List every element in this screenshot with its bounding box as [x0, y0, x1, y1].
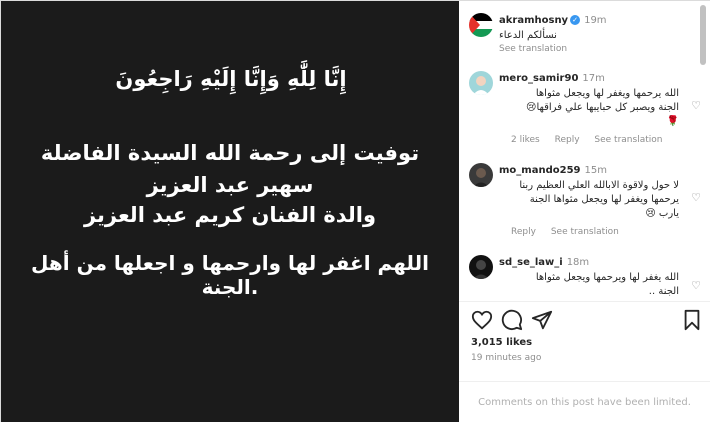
- comment-line: يرحمها ويغفر لها ويجعل مثواها الجنة: [529, 194, 679, 205]
- comment-item: mo_mando259 15m لا حول ولاقوة الابالله ال…: [469, 163, 701, 241]
- verified-badge-icon: ✓: [570, 15, 581, 25]
- comments-panel: akramhosny ✓ 19m نسألكم الدعاء See transla…: [459, 1, 710, 422]
- avatar[interactable]: [469, 163, 493, 187]
- caption-text: نسألكم الدعاء: [499, 30, 557, 41]
- comment-username-line: sd_se_law_i 18m: [499, 257, 589, 268]
- likes-count[interactable]: 3,015 likes: [471, 337, 532, 348]
- caption: akramhosny ✓ 19m نسألكم الدعاء See transla…: [469, 13, 701, 57]
- caption-see-translation[interactable]: See translation: [499, 44, 567, 54]
- like-heart-icon[interactable]: ♡: [691, 99, 701, 112]
- comment-likes[interactable]: 2 likes: [511, 135, 540, 145]
- comment-time[interactable]: 15m: [584, 165, 606, 176]
- avatar[interactable]: [469, 71, 493, 95]
- comment-item: mero_samir90 17m الله يرحمها ويغفر لها وي…: [469, 71, 701, 149]
- comment-line: الله يرحمها ويغفر لها ويجعل مثواها: [535, 88, 679, 99]
- avatar[interactable]: [469, 13, 493, 37]
- post-image[interactable]: إِنَّا لِلَّٰهِ وَإِنَّا إِلَيْهِ رَاجِع…: [1, 1, 459, 422]
- prayer-line: اللهم اغفر لها وارحمها و اجعلها من أهل ا…: [31, 251, 429, 299]
- quran-verse: إِنَّا لِلَّٰهِ وَإِنَّا إِلَيْهِ رَاجِع…: [115, 67, 347, 91]
- comment-text: لا حول ولاقوة الابالله العلي العظيم ربنا…: [519, 179, 679, 221]
- divider: [459, 301, 710, 302]
- comment-username[interactable]: mero_samir90: [499, 73, 578, 84]
- announcement-line-1: توفيت إلى رحمة الله السيدة الفاضلة: [40, 141, 420, 165]
- reply-link[interactable]: Reply: [511, 227, 536, 237]
- comments-list[interactable]: akramhosny ✓ 19m نسألكم الدعاء See transla…: [459, 1, 710, 299]
- see-translation-link[interactable]: See translation: [594, 135, 662, 145]
- comment-line: الجنة ..: [648, 286, 679, 297]
- post-actions: [471, 309, 701, 333]
- announcement-line-2: سهير عبد العزيز: [146, 173, 314, 197]
- comment-item: sd_se_law_i 18m الله يغفر لها ويرحمها ويج…: [469, 255, 701, 299]
- like-heart-icon[interactable]: ♡: [691, 279, 701, 292]
- like-heart-icon[interactable]: [471, 309, 493, 331]
- caption-username-line: akramhosny ✓ 19m: [499, 15, 607, 26]
- caption-time[interactable]: 19m: [584, 15, 606, 26]
- comment-username-line: mo_mando259 15m: [499, 165, 607, 176]
- share-send-icon[interactable]: [531, 309, 553, 331]
- comment-bubble-icon[interactable]: [501, 309, 523, 331]
- avatar[interactable]: [469, 255, 493, 279]
- comment-time[interactable]: 18m: [567, 257, 589, 268]
- comment-line: الجنة ويصبر كل حبايبها علي فراقها😢: [526, 102, 679, 113]
- comment-line: 🌹: [666, 116, 679, 127]
- like-heart-icon[interactable]: ♡: [691, 191, 701, 204]
- comment-text: الله يغفر لها ويرحمها ويجعل مثواها الجنة…: [536, 271, 679, 299]
- comments-scrollbar[interactable]: [700, 5, 706, 65]
- comment-line: يارب 😢: [645, 208, 679, 219]
- comment-username[interactable]: mo_mando259: [499, 165, 580, 176]
- comment-username-line: mero_samir90 17m: [499, 73, 605, 84]
- comment-text: الله يرحمها ويغفر لها ويجعل مثواها الجنة…: [526, 87, 679, 129]
- announcement-line-3: والدة الفنان كريم عبد العزيز: [83, 203, 377, 227]
- comment-meta: Reply See translation: [511, 227, 631, 237]
- comment-line: لا حول ولاقوة الابالله العلي العظيم ربنا: [519, 180, 679, 191]
- see-translation-link[interactable]: See translation: [551, 227, 619, 237]
- comment-line: الله يغفر لها ويرحمها ويجعل مثواها: [535, 272, 679, 283]
- comment-time[interactable]: 17m: [582, 73, 604, 84]
- instagram-post-window: إِنَّا لِلَّٰهِ وَإِنَّا إِلَيْهِ رَاجِع…: [0, 0, 710, 422]
- divider: [459, 381, 710, 382]
- comments-limited-notice: Comments on this post have been limited.: [478, 397, 691, 408]
- posted-time[interactable]: 19 minutes ago: [471, 353, 541, 363]
- caption-username[interactable]: akramhosny: [499, 15, 568, 26]
- comment-username[interactable]: sd_se_law_i: [499, 257, 563, 268]
- reply-link[interactable]: Reply: [555, 135, 580, 145]
- bookmark-icon[interactable]: [681, 309, 703, 331]
- comment-meta: 2 likes Reply See translation: [511, 135, 674, 145]
